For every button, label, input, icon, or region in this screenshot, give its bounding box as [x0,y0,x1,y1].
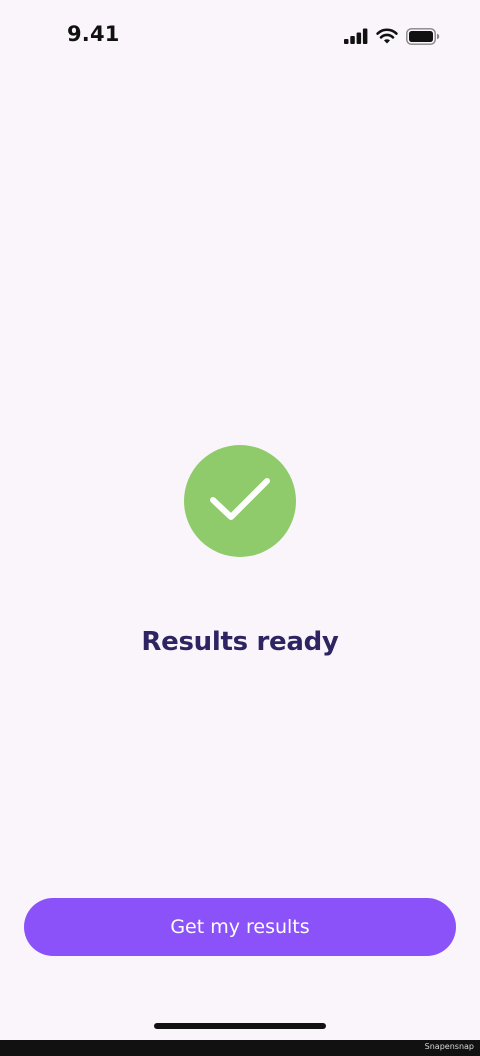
status-time: 9.41 [67,22,120,46]
watermark-text: Snapensnap [424,1042,474,1051]
battery-icon [406,27,440,45]
get-results-button[interactable]: Get my results [24,898,456,956]
watermark-bar: Snapensnap [0,1040,480,1056]
status-icons [344,27,440,45]
home-indicator[interactable] [154,1023,326,1029]
success-badge [184,445,296,557]
wifi-icon [376,28,398,45]
results-title: Results ready [141,627,339,657]
checkmark-icon [209,476,271,527]
app-screen: 9.41 Results ready Get my results [0,0,480,1040]
cellular-signal-icon [344,28,368,44]
status-bar: 9.41 [0,0,480,70]
